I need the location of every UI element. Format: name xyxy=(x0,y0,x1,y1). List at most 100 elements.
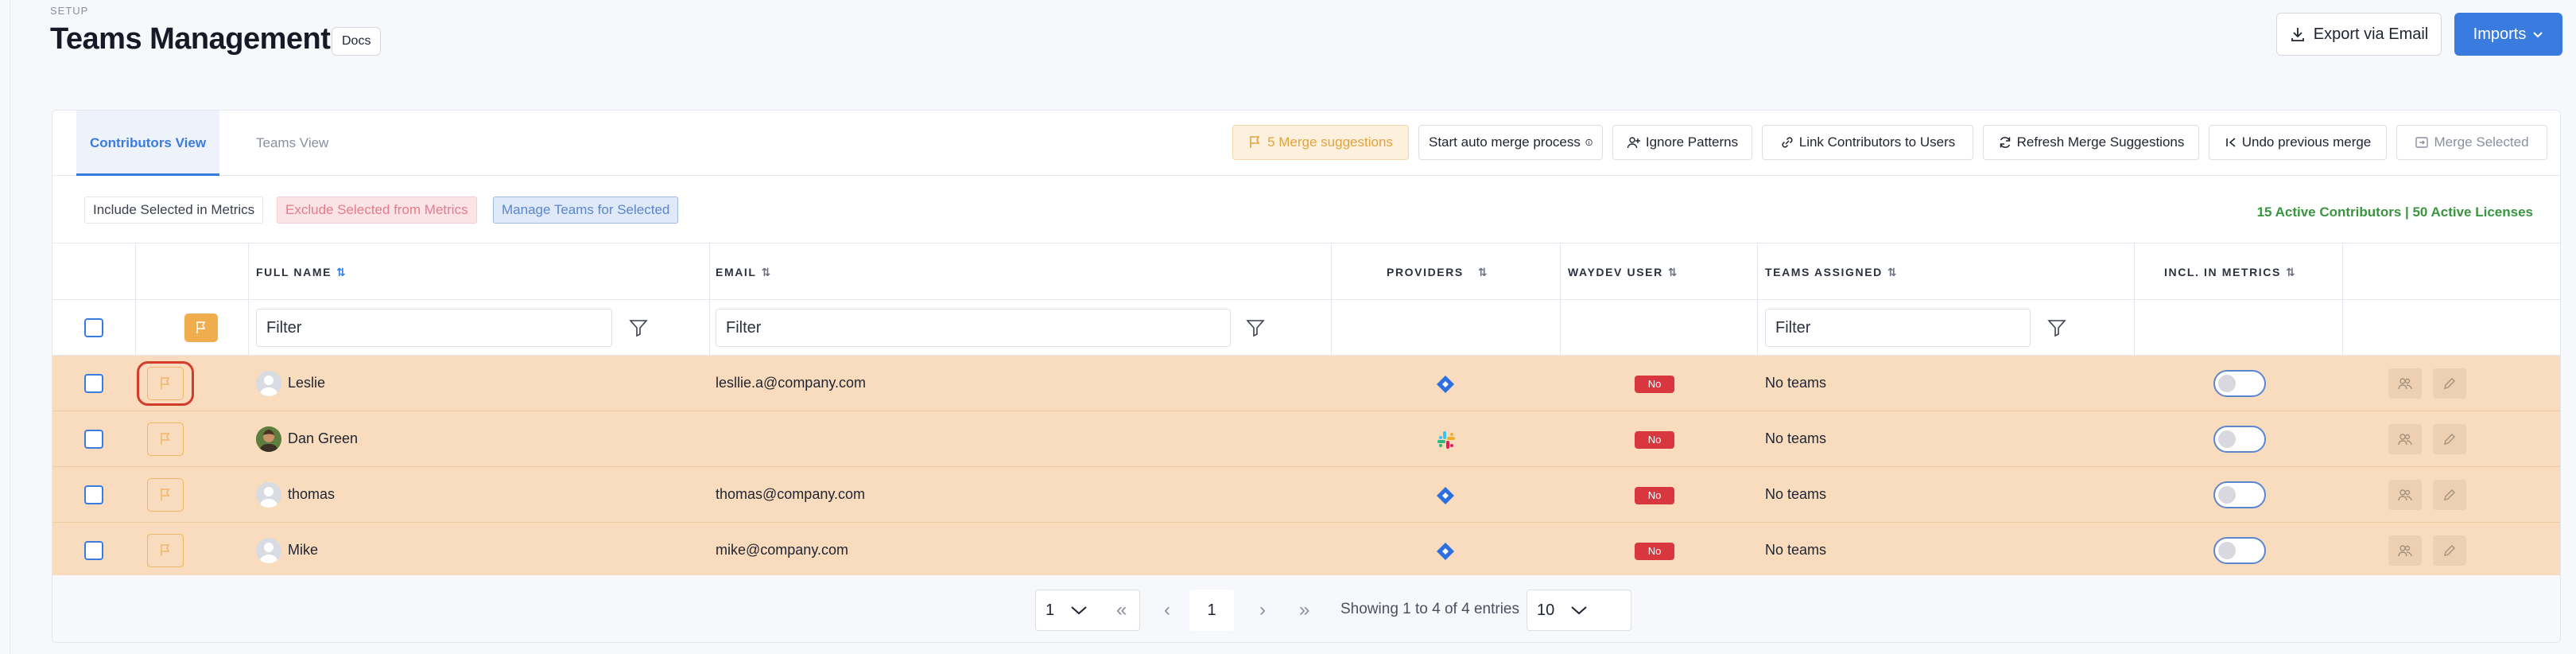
undo-merge-button[interactable]: Undo previous merge xyxy=(2209,125,2387,160)
flag-icon xyxy=(161,433,170,445)
flag-icon xyxy=(161,544,170,556)
include-metrics-toggle[interactable] xyxy=(2213,426,2266,453)
imports-button[interactable]: Imports xyxy=(2454,13,2562,56)
next-page-button[interactable]: › xyxy=(1259,599,1266,621)
row-checkbox[interactable] xyxy=(84,485,103,504)
contributor-name: Dan Green xyxy=(288,430,359,446)
user-plus-icon xyxy=(1627,137,1640,149)
row-checkbox[interactable] xyxy=(84,541,103,560)
assign-teams-button[interactable] xyxy=(2388,424,2422,454)
table-row[interactable]: Mike mike@company.com No No teams xyxy=(52,523,2560,578)
assign-teams-button[interactable] xyxy=(2388,480,2422,510)
teams-assigned: No teams xyxy=(1765,486,1827,502)
header-teams-assigned[interactable]: TEAMS ASSIGNED ⇅ xyxy=(1765,243,1897,301)
toggle-knob xyxy=(2218,430,2236,448)
pencil-icon xyxy=(2444,545,2455,556)
assign-teams-button[interactable] xyxy=(2388,535,2422,566)
flag-button[interactable] xyxy=(147,367,184,400)
flag-filter-button[interactable] xyxy=(184,313,218,342)
row-checkbox[interactable] xyxy=(84,430,103,449)
waydev-user-badge: No xyxy=(1635,376,1674,393)
first-page-button[interactable]: « xyxy=(1116,599,1127,621)
merge-suggestions-button[interactable]: 5 Merge suggestions xyxy=(1232,125,1409,160)
merge-selected-button[interactable]: Merge Selected xyxy=(2396,125,2547,160)
contributor-email: lesllie.a@company.com xyxy=(716,375,867,391)
docs-button[interactable]: Docs xyxy=(332,27,382,56)
filter-icon[interactable] xyxy=(2046,317,2067,338)
sort-icon: ⇅ xyxy=(1477,266,1488,278)
table-header: FULL NAME ⇅ EMAIL ⇅ PROVIDERS ⇅ WAYDEV USER… xyxy=(52,243,2560,300)
header-incl-metrics[interactable]: INCL. IN METRICS ⇅ xyxy=(2164,243,2295,301)
edit-button[interactable] xyxy=(2433,535,2466,566)
header-incl-metrics-label: INCL. IN METRICS xyxy=(2164,266,2281,278)
auto-merge-button[interactable]: Start auto merge process xyxy=(1418,125,1603,160)
export-via-email-button[interactable]: Export via Email xyxy=(2276,13,2442,56)
filter-icon[interactable] xyxy=(628,317,649,338)
user-placeholder-icon xyxy=(259,487,278,508)
auto-merge-label: Start auto merge process xyxy=(1429,134,1581,150)
chevron-down-icon xyxy=(1071,606,1087,615)
select-all-checkbox[interactable] xyxy=(84,318,103,337)
sort-icon: ⇅ xyxy=(761,266,771,278)
refresh-suggestions-label: Refresh Merge Suggestions xyxy=(2016,134,2185,150)
page-size-select[interactable]: 10 xyxy=(1527,590,1631,631)
tab-contributors-view[interactable]: Contributors View xyxy=(76,111,219,176)
filter-icon[interactable] xyxy=(1245,317,1266,338)
include-metrics-toggle[interactable] xyxy=(2213,370,2266,397)
flag-icon xyxy=(196,321,206,333)
flag-icon xyxy=(161,377,170,389)
user-placeholder-icon xyxy=(259,376,278,396)
include-metrics-toggle[interactable] xyxy=(2213,537,2266,564)
last-page-button[interactable]: » xyxy=(1299,599,1309,621)
link-contributors-label: Link Contributors to Users xyxy=(1798,134,1956,150)
edit-button[interactable] xyxy=(2433,480,2466,510)
row-checkbox[interactable] xyxy=(84,374,103,393)
header-providers[interactable]: PROVIDERS ⇅ xyxy=(1387,243,1488,301)
teams-filter-input[interactable] xyxy=(1765,309,2031,347)
table-row[interactable]: Leslie lesllie.a@company.com No No teams xyxy=(52,356,2560,411)
undo-icon xyxy=(2225,138,2236,147)
table-row[interactable]: thomas thomas@company.com No No teams xyxy=(52,467,2560,523)
link-icon xyxy=(1782,137,1793,148)
header-full-name[interactable]: FULL NAME ⇅ xyxy=(256,243,346,301)
licenses-summary: 15 Active Contributors | 50 Active Licen… xyxy=(2256,204,2533,220)
pencil-icon xyxy=(2444,378,2455,389)
manage-teams-button[interactable]: Manage Teams for Selected xyxy=(493,197,679,224)
avatar xyxy=(256,371,281,396)
tab-teams-view[interactable]: Teams View xyxy=(256,111,328,176)
exclude-selected-button[interactable]: Exclude Selected from Metrics xyxy=(277,197,477,224)
email-filter-input[interactable] xyxy=(716,309,1231,347)
table-row[interactable]: Dan Green No No teams xyxy=(52,411,2560,467)
include-selected-button[interactable]: Include Selected in Metrics xyxy=(84,197,264,224)
name-filter-input[interactable] xyxy=(256,309,612,347)
flag-icon xyxy=(1250,136,1260,148)
flag-button[interactable] xyxy=(147,534,184,567)
waydev-user-badge: No xyxy=(1635,543,1674,560)
header-waydev-user-label: WAYDEV USER xyxy=(1568,266,1663,278)
info-icon xyxy=(1585,138,1593,146)
users-icon xyxy=(2398,378,2412,390)
sort-icon: ⇅ xyxy=(1667,266,1678,278)
tabs-bar: Contributors View Teams View 5 Merge sug… xyxy=(52,111,2560,176)
flag-button[interactable] xyxy=(147,478,184,512)
refresh-suggestions-button[interactable]: Refresh Merge Suggestions xyxy=(1983,125,2199,160)
header-email[interactable]: EMAIL ⇅ xyxy=(716,243,770,301)
assign-teams-button[interactable] xyxy=(2388,368,2422,399)
users-icon xyxy=(2398,489,2412,501)
flag-button[interactable] xyxy=(147,422,184,456)
section-label: SETUP xyxy=(50,5,89,17)
header-waydev-user[interactable]: WAYDEV USER ⇅ xyxy=(1568,243,1678,301)
undo-merge-label: Undo previous merge xyxy=(2241,134,2372,150)
include-metrics-toggle[interactable] xyxy=(2213,481,2266,508)
ignore-patterns-button[interactable]: Ignore Patterns xyxy=(1612,125,1752,160)
link-contributors-button[interactable]: Link Contributors to Users xyxy=(1762,125,1973,160)
contributors-card: Contributors View Teams View 5 Merge sug… xyxy=(52,110,2561,643)
bulk-actions-row: Include Selected in Metrics Exclude Sele… xyxy=(52,176,2560,243)
prev-page-button[interactable]: ‹ xyxy=(1164,599,1170,621)
refresh-icon xyxy=(2000,137,2010,148)
edit-button[interactable] xyxy=(2433,424,2466,454)
current-page[interactable]: 1 xyxy=(1189,590,1234,631)
avatar xyxy=(256,426,281,452)
edit-button[interactable] xyxy=(2433,368,2466,399)
contributor-email: mike@company.com xyxy=(716,542,848,558)
